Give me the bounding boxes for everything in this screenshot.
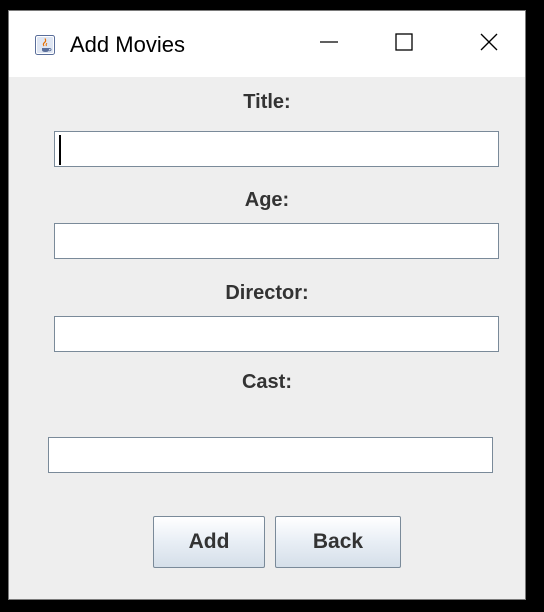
add-button[interactable]: Add [153, 516, 265, 568]
text-caret [59, 135, 61, 165]
title-input[interactable] [54, 131, 499, 167]
maximize-button[interactable] [369, 11, 439, 77]
title-bar[interactable]: Add Movies [9, 11, 525, 77]
window-title: Add Movies [70, 32, 185, 57]
title-label: Title: [243, 91, 291, 113]
maximize-icon [394, 32, 414, 57]
add-movies-window: Add Movies Title: Age: Director: Cast: A… [8, 10, 526, 600]
director-label: Director: [225, 282, 309, 304]
back-button[interactable]: Back [275, 516, 401, 568]
director-input[interactable] [54, 316, 499, 352]
age-label: Age: [244, 189, 290, 211]
close-icon [479, 32, 499, 57]
java-icon [35, 35, 55, 55]
minimize-icon [319, 32, 339, 57]
cast-label: Cast: [241, 371, 292, 393]
close-button[interactable] [454, 11, 524, 77]
minimize-button[interactable] [294, 11, 364, 77]
age-input[interactable] [54, 223, 499, 259]
cast-input[interactable] [48, 437, 493, 473]
